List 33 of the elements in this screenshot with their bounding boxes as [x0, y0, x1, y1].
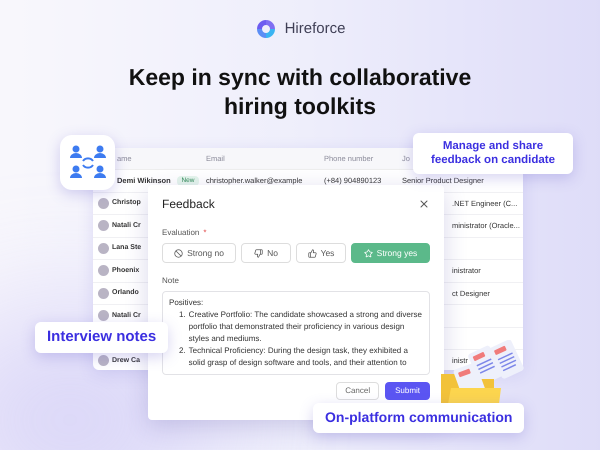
avatar [98, 242, 109, 254]
note-textarea[interactable] [162, 291, 430, 375]
avatar [98, 355, 109, 366]
dialog-title: Feedback [162, 196, 215, 213]
logo-icon [254, 18, 277, 40]
list-number: 2. [179, 345, 186, 357]
note-item: Technical Proficiency: During the design task, they exhibited a solid grasp of design software and tools, and their attention to [188, 345, 409, 369]
evaluation-option[interactable]: Strong no [162, 243, 236, 263]
evaluation-option[interactable]: No [241, 243, 291, 263]
thumbs-down-icon [254, 248, 264, 258]
avatar [98, 288, 109, 299]
field-label: Evaluation [162, 227, 200, 239]
ban-icon [174, 248, 184, 258]
list-number: 1. [179, 309, 186, 321]
avatar [98, 198, 109, 209]
required-mark: * [203, 227, 206, 239]
note-heading: Positives: [169, 297, 204, 309]
callout-label: Manage and share feedback on candidate [413, 133, 573, 174]
submit-button[interactable]: Submit [385, 382, 430, 400]
star-icon [364, 248, 373, 258]
headline: Keep in sync with collaborative hiring toolkits [128, 62, 472, 120]
callout-label: On-platform communication [313, 403, 524, 432]
close-button[interactable] [418, 198, 430, 210]
cancel-button[interactable]: Cancel [336, 382, 380, 400]
avatar [98, 310, 109, 322]
field-label: Note [162, 275, 180, 287]
avatar [98, 220, 109, 232]
brand-name: Hireforce [284, 19, 346, 39]
avatar [98, 265, 109, 276]
callout-label: Interview notes [35, 322, 168, 353]
evaluation-option[interactable]: Yes [296, 243, 346, 263]
note-item: Creative Portfolio: The candidate showcased a strong and diverse portfolio that demonstrated their proficiency in various design styles and mediums. [188, 309, 423, 345]
thumbs-up-icon [308, 248, 317, 258]
